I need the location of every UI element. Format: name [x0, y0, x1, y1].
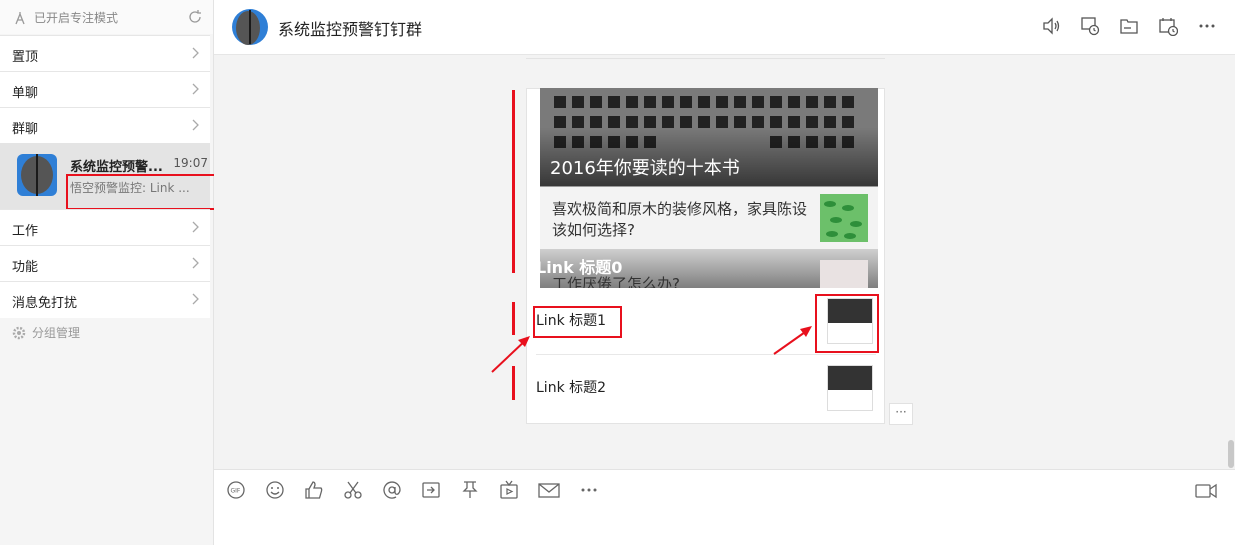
article-title: 喜欢极简和原木的装修风格，家具陈设该如何选择?	[552, 200, 808, 239]
group-manage-label: 分组管理	[32, 326, 81, 340]
chat-title[interactable]: 系统监控预警钉钉群	[278, 16, 422, 40]
focus-mode-label: 已开启专注模式	[34, 11, 119, 25]
composer: GIF	[214, 469, 1235, 546]
speaker-icon[interactable]	[1041, 16, 1061, 36]
mail-icon[interactable]	[538, 480, 560, 500]
group-avatar[interactable]	[232, 8, 268, 46]
leaf-thumbnail	[820, 194, 868, 242]
focus-mode-icon	[12, 10, 28, 26]
annotation-box	[815, 294, 879, 353]
scissors-icon[interactable]	[343, 480, 363, 500]
refresh-icon[interactable]	[187, 9, 203, 25]
chevron-right-icon	[192, 257, 200, 269]
chat-time: 19:07	[173, 156, 208, 170]
video-call-icon[interactable]	[1195, 482, 1217, 500]
chevron-right-icon	[192, 47, 200, 59]
scrollbar[interactable]	[1228, 440, 1234, 468]
link-title-2: Link 标题2	[536, 380, 607, 396]
chevron-right-icon	[192, 119, 200, 131]
thumbnail-image	[828, 366, 872, 390]
live-icon[interactable]	[499, 480, 519, 500]
gear-icon	[12, 326, 26, 340]
section-label: 群聊	[12, 122, 39, 137]
message-more-button[interactable]: ···	[889, 403, 913, 425]
section-label: 单聊	[12, 86, 39, 101]
previous-message-edge	[526, 58, 885, 59]
annotation-arrow	[773, 326, 812, 355]
section-label: 工作	[12, 224, 39, 239]
section-direct[interactable]: 单聊	[0, 71, 210, 108]
pin-icon[interactable]	[460, 480, 480, 500]
hero-title: 2016年你要读的十本书	[550, 158, 740, 179]
annotation-line	[512, 90, 515, 273]
focus-mode-bar: 已开启专注模式	[0, 0, 213, 34]
svg-text:GIF: GIF	[231, 488, 241, 495]
gif-icon[interactable]: GIF	[226, 480, 246, 500]
at-icon[interactable]	[382, 480, 402, 500]
sidebar: 已开启专注模式 置顶 单聊 群聊 系统监控预警... 19:07 悟空预警监控:…	[0, 0, 222, 545]
emoji-icon[interactable]	[265, 480, 285, 500]
more-icon[interactable]	[579, 480, 599, 500]
section-label: 置顶	[12, 50, 39, 65]
section-groups[interactable]: 群聊	[0, 107, 210, 144]
forward-icon[interactable]	[421, 480, 441, 500]
section-pinned[interactable]: 置顶	[0, 35, 210, 72]
chat-history-icon[interactable]	[1080, 16, 1100, 36]
link-title-0[interactable]: Link 标题0	[540, 254, 622, 278]
annotation-box	[66, 174, 222, 210]
section-features[interactable]: 功能	[0, 245, 210, 282]
avatar	[17, 154, 57, 196]
focus-mode-status[interactable]: 已开启专注模式	[12, 9, 118, 26]
article-thumbnail-2	[820, 260, 868, 288]
chevron-right-icon	[192, 83, 200, 95]
calendar-icon[interactable]	[1158, 16, 1178, 36]
section-label: 功能	[12, 260, 39, 275]
thumbs-up-icon[interactable]	[304, 480, 324, 500]
section-label: 消息免打扰	[12, 296, 78, 311]
section-work[interactable]: 工作	[0, 209, 210, 246]
link-thumbnail	[827, 365, 873, 411]
chat-header: 系统监控预警钉钉群	[214, 0, 1235, 55]
folder-icon[interactable]	[1119, 16, 1139, 36]
link-row-2[interactable]: Link 标题2	[526, 355, 885, 421]
annotation-arrow	[491, 336, 530, 373]
more-icon[interactable]	[1197, 16, 1217, 36]
chevron-right-icon	[192, 221, 200, 233]
group-manage-link[interactable]: 分组管理	[12, 324, 80, 341]
chat-name: 系统监控预警...	[70, 160, 163, 175]
section-dnd[interactable]: 消息免打扰	[0, 281, 210, 318]
embedded-screenshot: 2016年你要读的十本书 喜欢极简和原木的装修风格，家具陈设该如何选择? 工作厌…	[540, 88, 878, 288]
chevron-right-icon	[192, 293, 200, 305]
